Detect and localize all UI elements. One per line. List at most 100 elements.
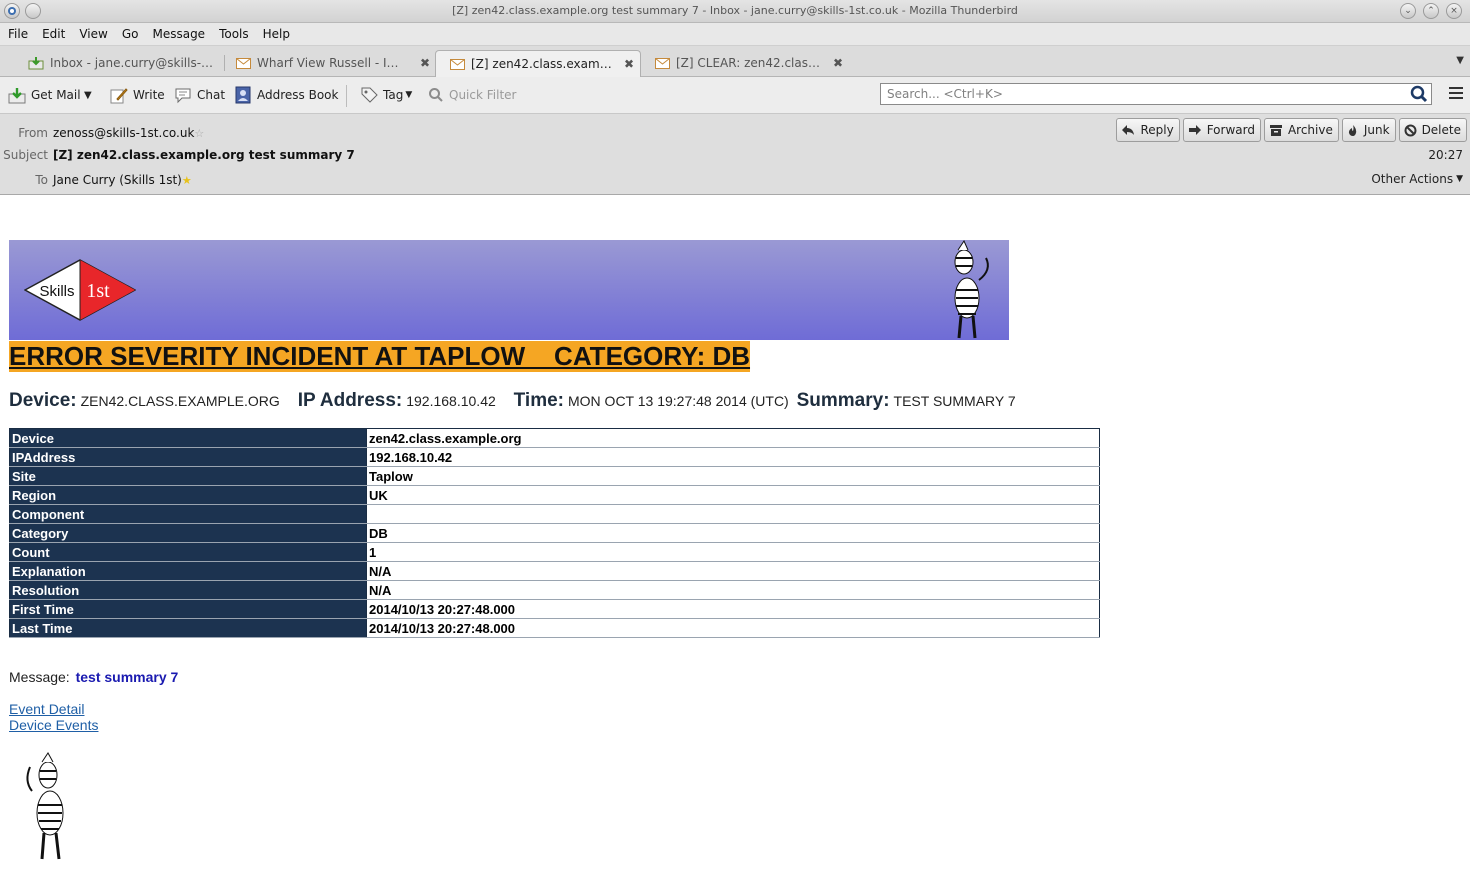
table-row: Device zen42.class.example.org xyxy=(9,428,1100,448)
delete-button[interactable]: Delete xyxy=(1398,118,1467,142)
archive-icon xyxy=(1269,124,1283,137)
table-value-cell: 2014/10/13 20:27:48.000 xyxy=(366,618,1100,638)
archive-button[interactable]: Archive xyxy=(1263,118,1339,142)
get-mail-dropdown[interactable]: ▼ xyxy=(84,85,92,105)
forward-button[interactable]: Forward xyxy=(1182,118,1261,142)
event-detail-link[interactable]: Event Detail xyxy=(9,701,84,717)
tab-close-icon[interactable]: ✖ xyxy=(420,56,430,70)
table-value-cell: N/A xyxy=(366,561,1100,581)
event-summary-line: Device: ZEN42.CLASS.EXAMPLE.ORG IP Addres… xyxy=(9,390,1016,411)
tab-list-arrow-icon[interactable]: ▼ xyxy=(1456,55,1464,66)
tab-bar: Inbox - jane.curry@skills-1st.co.uk Whar… xyxy=(0,46,1470,77)
star-filled-icon[interactable]: ★ xyxy=(182,174,192,187)
window-title: [Z] zen42.class.example.org test summary… xyxy=(452,4,1018,17)
severity-heading: ERROR SEVERITY INCIDENT AT TAPLOW CATEGO… xyxy=(9,341,751,372)
minimize-icon[interactable]: ⌄ xyxy=(1400,3,1416,19)
chat-button[interactable]: Chat xyxy=(174,85,225,105)
chat-bubble-icon xyxy=(174,87,192,104)
to-address[interactable]: Jane Curry (Skills 1st) xyxy=(53,173,182,187)
search-input[interactable] xyxy=(881,84,1410,104)
chevron-down-icon: ▼ xyxy=(84,89,92,101)
table-value-cell xyxy=(366,504,1100,524)
hamburger-icon xyxy=(1448,87,1464,103)
email-banner: Skills 1st xyxy=(9,239,1009,343)
table-key-cell: Region xyxy=(9,485,367,505)
quick-filter-button[interactable]: Quick Filter xyxy=(428,85,516,105)
table-key-cell: Component xyxy=(9,504,367,524)
menu-view[interactable]: View xyxy=(75,27,111,41)
maximize-icon[interactable]: ⌃ xyxy=(1423,3,1439,19)
reply-icon xyxy=(1121,124,1135,136)
to-row: To Jane Curry (Skills 1st) ★ xyxy=(35,173,192,187)
pencil-icon xyxy=(110,87,128,104)
menu-tools[interactable]: Tools xyxy=(215,27,253,41)
message-line: Message: test summary 7 xyxy=(9,669,179,685)
table-row: Region UK xyxy=(9,485,1100,505)
address-book-icon xyxy=(234,86,252,104)
menu-file[interactable]: File xyxy=(4,27,32,41)
menu-go[interactable]: Go xyxy=(118,27,143,41)
junk-button[interactable]: Junk xyxy=(1341,118,1396,142)
tab-wharf-view[interactable]: Wharf View Russell - Inbox ✖ xyxy=(222,50,436,76)
table-row: Category DB xyxy=(9,523,1100,543)
filter-icon xyxy=(428,87,444,103)
address-book-button[interactable]: Address Book xyxy=(234,85,338,105)
table-row: IPAddress 192.168.10.42 xyxy=(9,447,1100,467)
star-icon[interactable]: ☆ xyxy=(194,127,204,140)
zebra-mascot-image xyxy=(934,239,996,343)
write-button[interactable]: Write xyxy=(110,85,165,105)
table-value-cell: zen42.class.example.org xyxy=(366,428,1100,448)
table-row: Explanation N/A xyxy=(9,561,1100,581)
table-key-cell: First Time xyxy=(9,599,367,619)
tag-button[interactable]: Tag ▼ xyxy=(360,85,412,105)
chevron-down-icon: ▼ xyxy=(1456,174,1463,184)
get-mail-button[interactable]: Get Mail xyxy=(8,85,81,105)
tab-close-icon[interactable]: ✖ xyxy=(624,57,634,71)
menu-message[interactable]: Message xyxy=(148,27,209,41)
table-value-cell: 2014/10/13 20:27:48.000 xyxy=(366,599,1100,619)
table-row: Count 1 xyxy=(9,542,1100,562)
table-key-cell: Site xyxy=(9,466,367,486)
inbox-icon xyxy=(28,56,44,70)
device-events-link[interactable]: Device Events xyxy=(9,717,98,733)
forward-arrow-icon xyxy=(1188,124,1202,136)
table-key-cell: Explanation xyxy=(9,561,367,581)
search-field[interactable] xyxy=(880,83,1432,105)
table-row: Site Taplow xyxy=(9,466,1100,486)
table-row: Component xyxy=(9,504,1100,524)
skills-1st-logo: Skills 1st xyxy=(23,259,137,324)
window-titlebar: [Z] zen42.class.example.org test summary… xyxy=(0,0,1470,23)
table-value-cell: 1 xyxy=(366,542,1100,562)
table-key-cell: Category xyxy=(9,523,367,543)
reply-button[interactable]: Reply xyxy=(1116,118,1180,142)
from-address[interactable]: zenoss@skills-1st.co.uk xyxy=(53,126,194,140)
table-key-cell: Resolution xyxy=(9,580,367,600)
app-menu-button[interactable] xyxy=(1448,86,1464,103)
table-row: Resolution N/A xyxy=(9,580,1100,600)
envelope-icon xyxy=(655,57,670,69)
tab-inbox[interactable]: Inbox - jane.curry@skills-1st.co.uk xyxy=(14,50,222,76)
menu-bar: File Edit View Go Message Tools Help xyxy=(0,23,1470,46)
from-row: From zenoss@skills-1st.co.uk ☆ xyxy=(18,126,205,140)
table-key-cell: Device xyxy=(9,428,367,448)
menu-edit[interactable]: Edit xyxy=(38,27,69,41)
chevron-down-icon: ▼ xyxy=(405,90,413,100)
search-icon[interactable] xyxy=(1410,85,1428,103)
message-body: Skills 1st ERROR SEVERITY INCIDENT AT TA… xyxy=(0,201,1470,870)
svg-text:Skills: Skills xyxy=(39,283,74,300)
close-window-icon[interactable]: × xyxy=(1446,3,1462,19)
message-time: 20:27 xyxy=(1428,148,1463,162)
table-key-cell: Count xyxy=(9,542,367,562)
tab-clear-zen42[interactable]: [Z] CLEAR: zen42.class.example.org ✖ xyxy=(641,50,849,76)
table-key-cell: IPAddress xyxy=(9,447,367,467)
tab-zen42-summary[interactable]: [Z] zen42.class.example.org test summary… xyxy=(435,50,641,77)
svg-text:1st: 1st xyxy=(86,280,110,302)
table-value-cell: DB xyxy=(366,523,1100,543)
menu-help[interactable]: Help xyxy=(259,27,294,41)
table-row: Last Time 2014/10/13 20:27:48.000 xyxy=(9,618,1100,638)
other-actions-menu[interactable]: Other Actions ▼ xyxy=(1371,172,1463,186)
tab-close-icon[interactable]: ✖ xyxy=(833,56,843,70)
message-header: From zenoss@skills-1st.co.uk ☆ Subject [… xyxy=(0,114,1470,195)
delete-icon xyxy=(1404,124,1417,137)
get-mail-icon xyxy=(8,87,26,104)
